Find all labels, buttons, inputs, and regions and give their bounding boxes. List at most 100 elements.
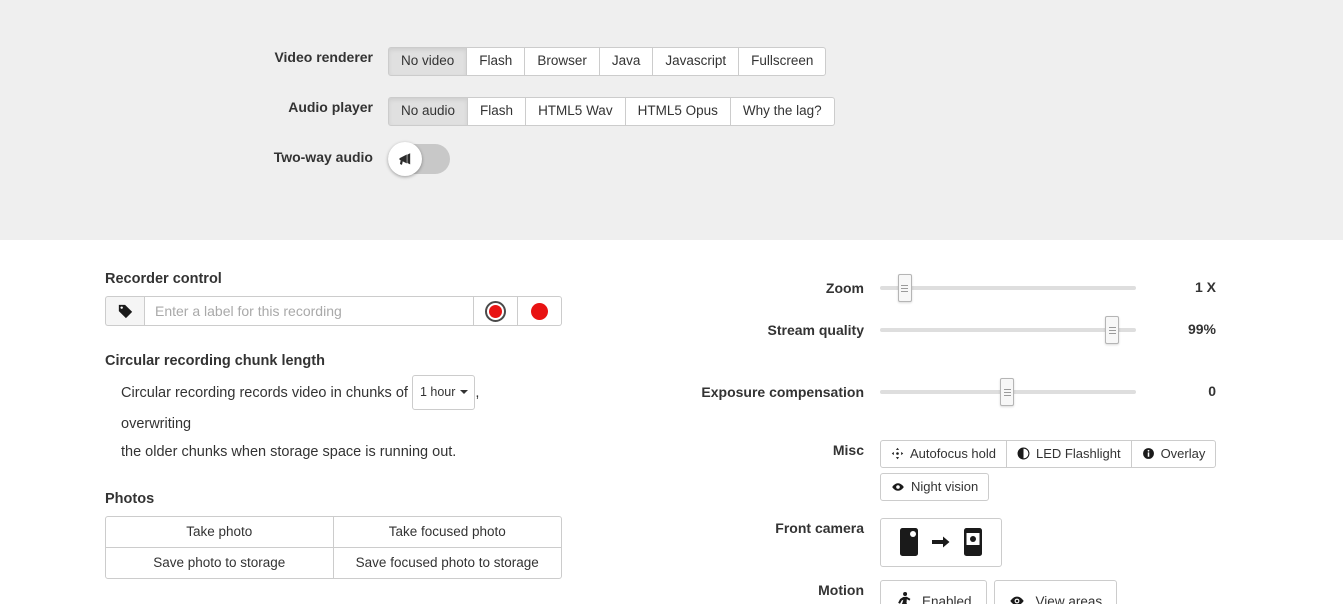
exposure-slider-track[interactable] [880, 378, 1136, 406]
tag-icon [105, 296, 144, 326]
night-vision-label: Night vision [911, 479, 979, 494]
led-flashlight-label: LED Flashlight [1036, 446, 1121, 461]
chunk-length-select[interactable]: 1 hour [411, 375, 476, 410]
info-circle-icon [1142, 447, 1155, 460]
exposure-slider[interactable] [880, 378, 1136, 406]
photos-section: Photos Take photo Take focused photo Sav… [105, 491, 565, 579]
arrow-right-icon [932, 535, 950, 549]
eye-icon [891, 480, 905, 494]
take-photo-button[interactable]: Take photo [105, 516, 334, 548]
motion-label: Motion [818, 582, 864, 598]
misc-label: Misc [832, 442, 864, 458]
stream-quality-label: Stream quality [767, 322, 864, 338]
left-column: Recorder control Enter a label for this … [105, 271, 565, 604]
megaphone-icon [397, 151, 414, 168]
take-focused-photo-button[interactable]: Take focused photo [332, 516, 562, 548]
video-renderer-option-javascript[interactable]: Javascript [652, 47, 740, 76]
front-camera-label: Front camera [775, 520, 864, 536]
recorder-control-title: Recorder control [105, 271, 222, 287]
front-camera-row: Front camera [700, 518, 1002, 567]
recorder-input-group [105, 296, 562, 326]
misc-button-row-2: Night vision [880, 473, 990, 501]
audio-player-option-html5-opus[interactable]: HTML5 Opus [624, 97, 731, 126]
audio-player-option-flash[interactable]: Flash [467, 97, 527, 126]
chunk-text-before: Circular recording records video in chun… [121, 385, 408, 401]
motion-enabled-button[interactable]: Enabled [880, 580, 987, 604]
zoom-row: Zoom 1 X [700, 274, 1216, 302]
exposure-compensation-row: Exposure compensation 0 [700, 378, 1216, 406]
front-camera-switch-button[interactable] [880, 518, 1002, 567]
record-button[interactable] [518, 296, 562, 326]
overlay-label: Overlay [1160, 446, 1206, 461]
video-renderer-option-flash[interactable]: Flash [466, 47, 526, 76]
misc-button-group: Autofocus hold LED Flashlight Overlay Ni… [880, 440, 1217, 501]
two-way-audio-toggle-knob [388, 142, 422, 176]
video-renderer-option-browser[interactable]: Browser [524, 47, 600, 76]
autofocus-hold-button[interactable]: Autofocus hold [880, 440, 1008, 468]
stream-quality-slider-track[interactable] [880, 316, 1136, 344]
misc-button-row-1: Autofocus hold LED Flashlight Overlay [880, 440, 1217, 468]
motion-button-group: Enabled View areas [880, 580, 1118, 604]
zoom-slider-handle[interactable] [897, 274, 912, 302]
autofocus-hold-label: Autofocus hold [910, 446, 997, 461]
recording-label-input[interactable] [144, 296, 474, 326]
zoom-value: 1 X [1194, 279, 1216, 295]
night-vision-button[interactable]: Night vision [880, 473, 990, 501]
two-way-audio-row: Two-way audio [198, 142, 450, 176]
audio-player-option-no-audio[interactable]: No audio [388, 97, 469, 126]
video-renderer-option-fullscreen[interactable]: Fullscreen [738, 47, 827, 76]
exposure-compensation-label: Exposure compensation [701, 384, 864, 400]
save-focused-photo-to-storage-button[interactable]: Save focused photo to storage [332, 547, 562, 579]
controls-panel: Recorder control Enter a label for this … [0, 240, 1343, 604]
motion-row: Motion Enabled View areas [700, 580, 1118, 604]
recorder-control-section: Recorder control [105, 271, 565, 326]
stream-quality-row: Stream quality 99% [700, 316, 1216, 344]
led-flashlight-button[interactable]: LED Flashlight [1006, 440, 1132, 468]
video-renderer-option-java[interactable]: Java [598, 47, 654, 76]
running-person-icon [893, 589, 913, 604]
audio-player-button-group: No audio Flash HTML5 Wav HTML5 Opus Why … [388, 97, 835, 126]
audio-player-option-html5-wav[interactable]: HTML5 Wav [525, 97, 626, 126]
half-circle-icon [1017, 447, 1030, 460]
settings-panel: Video renderer No video Flash Browser Ja… [0, 0, 1343, 240]
record-circular-icon [485, 300, 506, 322]
move-arrows-icon [891, 447, 904, 460]
page-root: Video renderer No video Flash Browser Ja… [0, 0, 1343, 604]
photos-button-grid: Take photo Take focused photo Save photo… [105, 516, 562, 579]
record-icon [531, 302, 548, 320]
stream-quality-slider-handle[interactable] [1105, 316, 1120, 344]
zoom-label: Zoom [825, 280, 864, 296]
chunk-length-description: Circular recording records video in chun… [105, 375, 545, 466]
photos-title: Photos [105, 491, 155, 507]
motion-view-areas-button[interactable]: View areas [993, 580, 1118, 604]
misc-row: Misc Autofocus hold LED Flashlight Overl… [700, 440, 1217, 501]
video-renderer-button-group: No video Flash Browser Java Javascript F… [388, 47, 827, 76]
video-renderer-label: Video renderer [274, 49, 373, 65]
overlay-button[interactable]: Overlay [1130, 440, 1217, 468]
exposure-value: 0 [1208, 383, 1216, 399]
caret-down-icon [460, 390, 469, 394]
phone-front-icon [963, 527, 983, 557]
audio-player-row: Audio player No audio Flash HTML5 Wav HT… [198, 97, 835, 126]
audio-player-option-why-the-lag[interactable]: Why the lag? [729, 97, 835, 126]
chunk-length-section: Circular recording chunk length Circular… [105, 353, 565, 466]
phone-back-icon [899, 527, 919, 557]
circular-record-button[interactable] [474, 296, 518, 326]
two-way-audio-label: Two-way audio [273, 149, 373, 165]
stream-quality-slider[interactable] [880, 316, 1136, 344]
save-photo-to-storage-button[interactable]: Save photo to storage [105, 547, 334, 579]
chunk-length-select-value: 1 hour [419, 385, 456, 399]
chunk-length-title: Circular recording chunk length [105, 353, 325, 369]
motion-view-areas-label: View areas [1035, 593, 1103, 604]
zoom-slider-track[interactable] [880, 274, 1136, 302]
audio-player-label: Audio player [288, 99, 373, 115]
stream-quality-value: 99% [1187, 321, 1216, 337]
eye-icon [1007, 593, 1027, 604]
two-way-audio-toggle[interactable] [388, 142, 450, 176]
motion-enabled-label: Enabled [922, 593, 972, 604]
exposure-slider-handle[interactable] [1000, 378, 1015, 406]
chunk-text-line2: the older chunks when storage space is r… [121, 444, 457, 460]
zoom-slider[interactable] [880, 274, 1136, 302]
video-renderer-row: Video renderer No video Flash Browser Ja… [198, 47, 827, 76]
video-renderer-option-no-video[interactable]: No video [388, 47, 468, 76]
